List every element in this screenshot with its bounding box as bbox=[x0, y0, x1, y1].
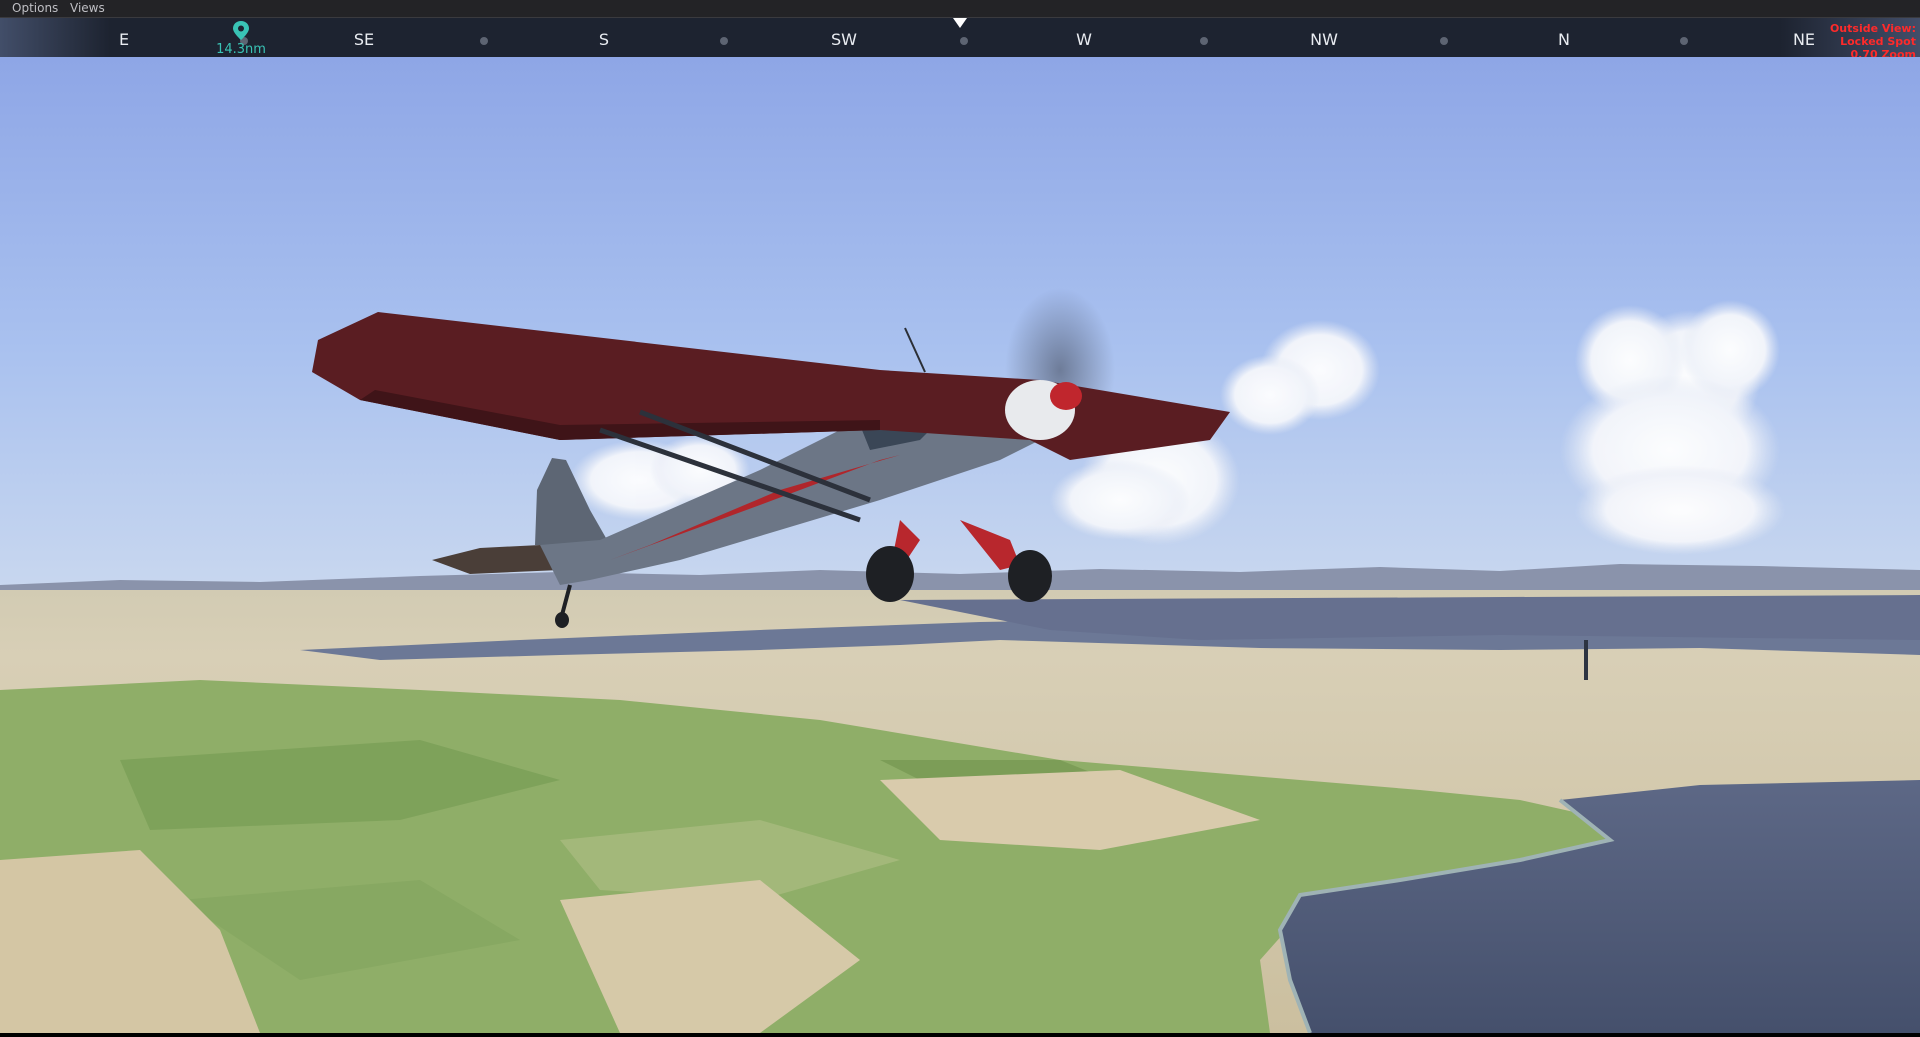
compass-tick bbox=[960, 37, 968, 45]
spinner bbox=[1050, 382, 1082, 410]
menu-views[interactable]: Views bbox=[70, 1, 105, 15]
scene-canvas bbox=[0, 57, 1920, 1034]
menu-options[interactable]: Options bbox=[12, 1, 58, 15]
cloud-right bbox=[1560, 300, 1785, 555]
compass-n: N bbox=[1558, 30, 1570, 49]
view-info-line1: Outside View: bbox=[1829, 22, 1916, 35]
compass-nw: NW bbox=[1310, 30, 1338, 49]
compass-tick bbox=[720, 37, 728, 45]
compass-sw: SW bbox=[831, 30, 857, 49]
view-info: Outside View: Locked Spot 0.70 Zoom bbox=[1830, 22, 1916, 61]
compass-tick bbox=[480, 37, 488, 45]
compass-s: S bbox=[598, 30, 610, 49]
compass-ne: NE bbox=[1792, 30, 1816, 49]
heading-marker-icon bbox=[953, 18, 967, 28]
menu-bar: Options Views bbox=[0, 0, 1920, 18]
left-wheel bbox=[866, 546, 914, 602]
compass-w: W bbox=[1076, 30, 1092, 49]
compass-se: SE bbox=[353, 30, 375, 49]
view-info-line2: Locked Spot bbox=[1840, 35, 1916, 48]
flight-scene[interactable] bbox=[0, 57, 1920, 1034]
compass-e: E bbox=[118, 30, 130, 49]
right-wheel bbox=[1008, 550, 1052, 602]
compass-tick bbox=[1440, 37, 1448, 45]
compass-tick bbox=[1200, 37, 1208, 45]
compass-tick bbox=[1680, 37, 1688, 45]
waypoint-distance: 14.3nm bbox=[216, 42, 266, 57]
radio-tower bbox=[1584, 640, 1588, 680]
